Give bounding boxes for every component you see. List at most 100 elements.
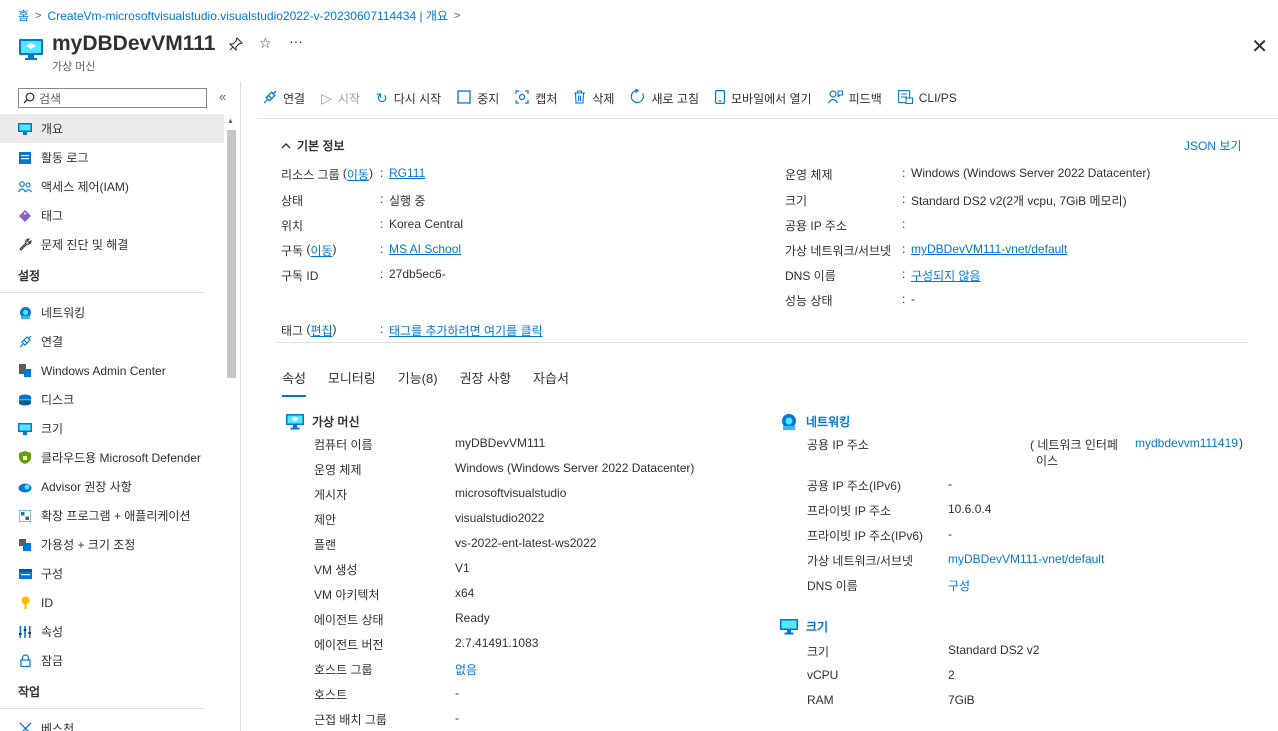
sidebar-item-label: Windows Admin Center	[41, 363, 166, 378]
feedback-button[interactable]: 피드백	[827, 89, 882, 107]
prop-label: 컴퓨터 이름	[314, 438, 373, 452]
sidebar-item-availability[interactable]: 가용성 + 크기 조정	[0, 530, 224, 559]
subscription-link[interactable]: MS AI School	[389, 242, 461, 256]
connect-icon	[263, 90, 277, 107]
sidebar-item-advisor[interactable]: Advisor 권장 사항	[0, 472, 224, 501]
size-icon	[780, 618, 798, 634]
tab-recommendations[interactable]: 권장 사항	[460, 368, 511, 397]
status-value: 실행 중	[389, 194, 426, 208]
resource-group-link[interactable]: RG111	[389, 166, 425, 180]
essentials-tags: 태그 (편집)	[281, 322, 337, 339]
sidebar-item-properties[interactable]: 속성	[0, 617, 224, 646]
start-button[interactable]: ▷ 시작	[321, 90, 360, 107]
sidebar-item-disks[interactable]: 디스크	[0, 385, 224, 414]
sidebar-item-connect[interactable]: 연결	[0, 327, 224, 356]
size-vcpu-label: vCPU	[807, 668, 839, 682]
status-label: 상태	[281, 194, 304, 208]
essentials-toggle[interactable]: 기본 정보	[281, 137, 345, 154]
sidebar-item-tags[interactable]: 태그	[0, 201, 224, 230]
net-dns-link[interactable]: 구성	[948, 577, 970, 594]
open-mobile-button[interactable]: 모바일에서 열기	[714, 89, 812, 107]
size-section-title[interactable]: 크기	[780, 618, 828, 635]
nic-prefix-wrap: 이스	[1036, 454, 1059, 468]
advisor-icon	[18, 480, 32, 494]
connect-label: 연결	[283, 91, 306, 106]
refresh-button[interactable]: 새로 고침	[630, 88, 699, 107]
tab-tutorials[interactable]: 자습서	[533, 368, 569, 397]
colon: :	[380, 166, 384, 180]
net-ipv6-value: -	[948, 477, 952, 491]
sidebar-item-diagnose[interactable]: 문제 진단 및 해결	[0, 230, 224, 259]
sidebar-item-iam[interactable]: 액세스 제어(IAM)	[0, 172, 224, 201]
sidebar-item-networking[interactable]: 네트워킹	[0, 298, 224, 327]
net-vnet-link[interactable]: myDBDevVM111-vnet/default	[948, 552, 1104, 566]
star-icon[interactable]: ☆	[259, 35, 272, 52]
prop-label: 근접 배치 그룹	[314, 713, 387, 727]
stop-button[interactable]: 중지	[457, 89, 499, 107]
play-icon: ▷	[321, 89, 332, 106]
lock-icon	[18, 654, 32, 668]
more-icon[interactable]: ···	[289, 33, 303, 49]
sidebar-item-size[interactable]: 크기	[0, 414, 224, 443]
sidebar-item-admin-center[interactable]: Windows Admin Center	[0, 356, 224, 385]
collapse-sidebar-icon[interactable]: «	[219, 89, 226, 104]
pin-icon[interactable]	[228, 36, 244, 54]
tag-icon	[18, 209, 32, 223]
colon: :	[380, 217, 384, 231]
command-bar: 연결 ▷ 시작 ↻ 다시 시작 중지 캡처 삭제 새로 고침 모바일에서 열기 …	[263, 87, 957, 109]
delete-button[interactable]: 삭제	[573, 89, 614, 107]
cli-button[interactable]: CLI/PS	[897, 89, 957, 107]
networking-section-title[interactable]: 네트워킹	[780, 413, 850, 430]
mobile-icon	[714, 89, 725, 107]
host-group-link[interactable]: 없음	[455, 661, 477, 678]
search-input[interactable]: 검색	[18, 88, 207, 108]
page-subtitle: 가상 머신	[52, 61, 96, 73]
prop-label: VM 생성	[314, 563, 358, 577]
move-rg-link[interactable]: 이동	[347, 166, 369, 183]
sidebar-item-bastion[interactable]: 베스천	[0, 714, 224, 731]
colon: :	[902, 267, 906, 281]
move-subscription-link[interactable]: 이동	[310, 242, 332, 259]
sidebar-item-label: ID	[41, 595, 53, 610]
size-value: Standard DS2 v2(2개 vcpu, 7GiB 메모리)	[911, 194, 1127, 208]
close-icon[interactable]: ✕	[1251, 34, 1268, 59]
net-public-ip-label: 공용 IP 주소	[807, 438, 869, 452]
scroll-up-icon[interactable]: ▲	[227, 118, 234, 125]
sidebar-item-activity-log[interactable]: 활동 로그	[0, 143, 224, 172]
tab-properties[interactable]: 속성	[282, 368, 306, 397]
dns-link[interactable]: 구성되지 않음	[911, 267, 981, 284]
sidebar-item-extensions[interactable]: 확장 프로그램 + 애플리케이션	[0, 501, 224, 530]
sidebar: 개요 활동 로그 액세스 제어(IAM) 태그 문제 진단 및 해결 설정 네트…	[0, 114, 224, 731]
sidebar-item-label: 태그	[41, 209, 64, 223]
sidebar-item-identity[interactable]: ID	[0, 588, 224, 617]
prop-label: 호스트 그룹	[314, 663, 373, 677]
prop-label: VM 아키텍처	[314, 588, 380, 602]
colon: :	[902, 242, 906, 256]
add-tags-link[interactable]: 태그를 추가하려면 여기를 클릭	[389, 322, 543, 339]
size-title: 크기	[806, 620, 829, 634]
nic-link[interactable]: mydbdevvm111419	[1135, 436, 1238, 450]
edit-tags-link[interactable]: 편집	[310, 322, 332, 339]
net-ipv6-label: 공용 IP 주소(IPv6)	[807, 479, 901, 493]
sidebar-scroll-thumb[interactable]	[227, 130, 236, 378]
tab-monitoring[interactable]: 모니터링	[328, 368, 376, 397]
nic-prefix: ( 네트워크 인터페	[1030, 438, 1118, 452]
breadcrumb-deployment[interactable]: CreateVm-microsoftvisualstudio.visualstu…	[47, 7, 448, 24]
breadcrumb-home[interactable]: 홈	[18, 7, 29, 24]
sidebar-item-defender[interactable]: 클라우드용 Microsoft Defender	[0, 443, 224, 472]
colon: :	[902, 292, 906, 306]
capture-button[interactable]: 캡처	[515, 89, 557, 107]
json-view-link[interactable]: JSON 보기	[1184, 137, 1241, 154]
prop-value: vs-2022-ent-latest-ws2022	[455, 536, 597, 550]
essentials-subscription: 구독 (이동)	[281, 242, 337, 259]
restart-button[interactable]: ↻ 다시 시작	[376, 90, 441, 107]
vnet-link[interactable]: myDBDevVM111-vnet/default	[911, 242, 1067, 256]
admin-center-icon	[18, 364, 32, 378]
colon: :	[902, 192, 906, 206]
sidebar-item-configuration[interactable]: 구성	[0, 559, 224, 588]
vm-icon	[286, 413, 304, 429]
sidebar-item-overview[interactable]: 개요	[0, 114, 224, 143]
tab-capabilities[interactable]: 기능(8)	[398, 368, 438, 397]
sidebar-item-locks[interactable]: 잠금	[0, 646, 224, 675]
connect-button[interactable]: 연결	[263, 90, 305, 107]
